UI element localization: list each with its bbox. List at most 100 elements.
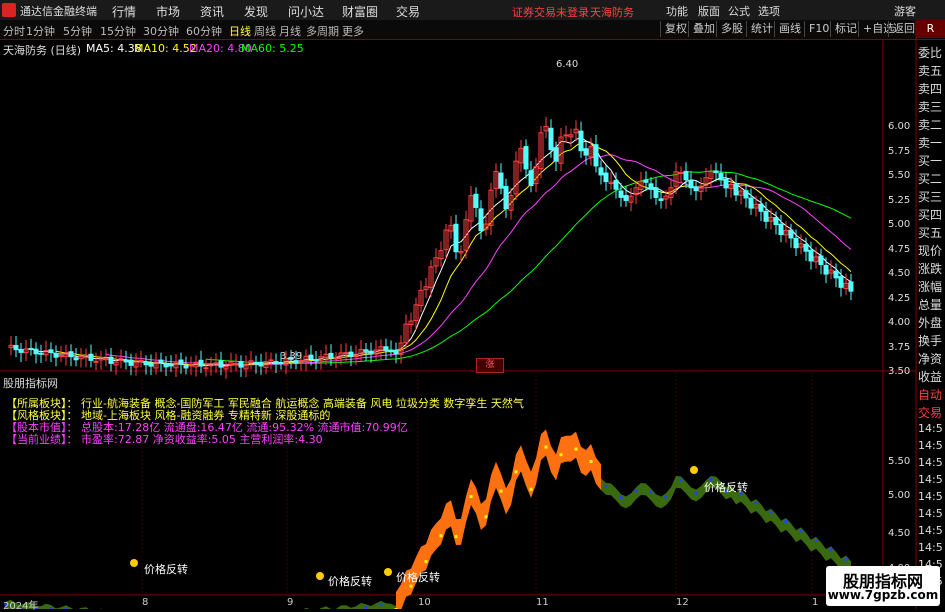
candle-body	[73, 357, 79, 361]
indicator-tick: 5.00	[888, 490, 911, 501]
candle-body	[478, 208, 484, 232]
candle-body	[313, 359, 319, 362]
signal-marker-icon	[690, 466, 698, 474]
candle-body	[103, 358, 109, 361]
candle-body	[328, 352, 334, 359]
trade-time: 14:5	[918, 473, 943, 486]
indicator-dot	[649, 490, 653, 494]
indicator-dot	[424, 560, 428, 564]
candle-body	[388, 349, 394, 352]
date-tick: 9	[287, 597, 294, 608]
candle-body	[613, 179, 619, 190]
candle-body	[18, 348, 24, 353]
candle-body	[198, 359, 204, 367]
trade-time: 14:5	[918, 524, 943, 537]
candle-body	[603, 172, 609, 183]
indicator-dot	[484, 515, 488, 519]
candle-body	[763, 210, 769, 222]
trade-time: 14:5	[918, 439, 943, 452]
candle-body	[758, 203, 764, 212]
trade-time: 14:5	[918, 490, 943, 503]
candle-body	[618, 190, 624, 198]
candle-body	[143, 361, 149, 366]
price-tick: 3.75	[888, 342, 911, 353]
candle-body	[88, 353, 94, 361]
right-panel-toggle[interactable]: R	[916, 20, 945, 38]
signal-marker-icon	[130, 559, 138, 567]
rp-item: 换手	[918, 334, 943, 348]
rp-item: 涨幅	[918, 280, 943, 294]
candle-body	[253, 362, 259, 365]
indicator-dot	[784, 519, 788, 523]
candle-body	[108, 356, 114, 364]
candle-body	[848, 281, 854, 292]
candle-body	[138, 359, 144, 362]
candle-body	[528, 170, 534, 186]
signal-marker-icon	[316, 572, 324, 580]
indicator-dot	[844, 557, 848, 561]
rp-item: 买二	[918, 172, 943, 186]
right-quote-panel: 委比 卖五 卖四 卖三 卖二 卖一 买一 买二 买三 买四 买五 现价 涨跌 涨…	[916, 40, 945, 609]
candle-body	[653, 187, 659, 198]
date-tick: 8	[142, 597, 149, 608]
rp-item: 涨跌	[918, 262, 943, 276]
indicator-dot	[574, 447, 578, 451]
candle-body	[163, 363, 169, 368]
watermark-url: www.7gpzb.com	[827, 588, 939, 602]
ma10-line	[55, 140, 852, 366]
rp-item: 委比	[918, 46, 943, 60]
signal-marker-icon	[384, 568, 392, 576]
chart-title: 天海防务 (日线)	[3, 44, 82, 57]
candle-body	[733, 183, 739, 196]
indicator-dot	[814, 538, 818, 542]
candle-body	[183, 365, 189, 369]
indicator-dot	[559, 453, 563, 457]
candle-body	[563, 134, 569, 137]
price-tick: 5.75	[888, 146, 911, 157]
signal-label: 价格反转	[396, 571, 440, 584]
candle-body	[548, 127, 554, 151]
candle-body	[38, 352, 44, 355]
indicator-tick: 5.50	[888, 456, 911, 467]
event-tag[interactable]: 涨	[476, 358, 504, 373]
signal-label: 价格反转	[328, 575, 372, 588]
ma10-label: MA10: 4.52	[134, 42, 197, 55]
candle-body	[688, 180, 694, 189]
indicator-dot	[604, 485, 608, 489]
trade-time: 14:5	[918, 456, 943, 469]
candle-body	[713, 170, 719, 174]
low-price-label: 3.39	[280, 351, 303, 362]
candle-body	[368, 350, 374, 355]
indicator-dot	[469, 495, 473, 499]
candle-body	[808, 249, 814, 262]
price-tick: 5.00	[888, 219, 911, 230]
candle-body	[678, 172, 684, 175]
candle-body	[453, 223, 459, 253]
price-tick: 5.50	[888, 170, 911, 181]
candle-body	[718, 172, 724, 181]
rp-item: 卖三	[918, 100, 943, 114]
rp-item: 外盘	[918, 316, 943, 330]
indicator-dot	[379, 602, 383, 606]
rp-item: 收益	[918, 370, 943, 384]
candle-body	[233, 362, 239, 365]
candle-body	[578, 130, 584, 152]
indicator-dot	[754, 501, 758, 505]
candle-body	[643, 179, 649, 183]
indicator-dot	[514, 470, 518, 474]
trade-button[interactable]: 交易	[918, 404, 945, 421]
candle-body	[503, 185, 509, 210]
indicator-dot	[799, 529, 803, 533]
indicator-dot	[664, 495, 668, 499]
price-tick: 4.50	[888, 268, 911, 279]
ma60-label: MA60: 5.25	[241, 42, 304, 55]
candle-body	[258, 361, 264, 367]
candle-body	[593, 144, 599, 167]
candle-body	[58, 355, 64, 358]
kline-chart[interactable]	[0, 0, 945, 609]
candle-body	[648, 183, 654, 190]
indicator-dot	[589, 460, 593, 464]
auto-trade-button[interactable]: 自动	[918, 386, 945, 403]
rp-item: 买一	[918, 154, 943, 168]
candle-body	[598, 167, 604, 176]
